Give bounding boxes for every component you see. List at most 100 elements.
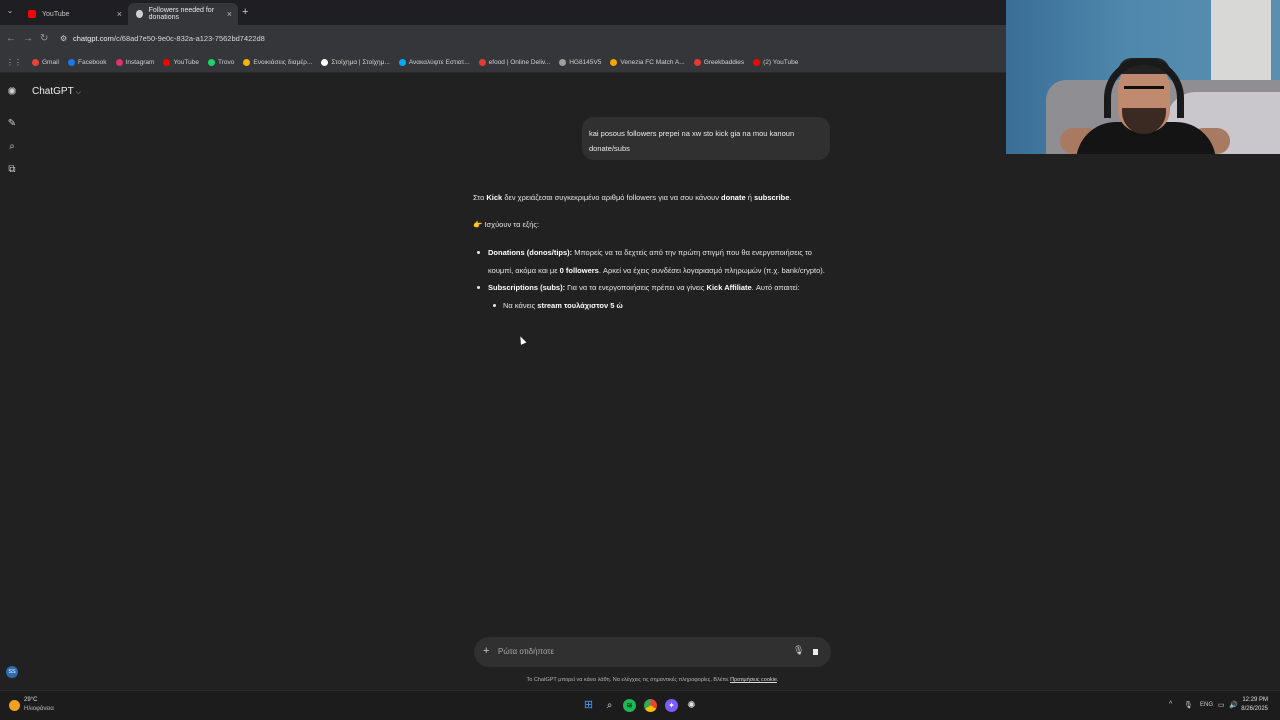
chrome-icon[interactable] <box>644 699 657 712</box>
reload-icon[interactable]: ↻ <box>40 33 48 44</box>
url-field[interactable]: chatgpt.com/c/68ad7e50-9e0c-832a-a123-75… <box>73 34 265 43</box>
bookmark-item[interactable]: HG8145V5 <box>559 59 601 66</box>
bookmark-favicon-icon <box>207 59 215 66</box>
tab-title: YouTube <box>42 10 70 18</box>
list-item-donations: Donations (donos/tips): Μπορείς να τα δε… <box>477 244 833 279</box>
bookmark-label: Ανακαλύψτε Εστιατ... <box>408 59 470 66</box>
prompt-input[interactable]: Ρώτα οτιδήποτε <box>498 647 554 656</box>
text-bold: Subscriptions (subs): <box>488 283 566 292</box>
tab-youtube[interactable]: YouTube × <box>20 3 128 25</box>
back-arrow-icon[interactable]: ← <box>6 33 16 44</box>
bookmark-item[interactable]: Trovo <box>207 59 235 66</box>
bookmark-item[interactable]: (2) YouTube <box>753 59 798 66</box>
disclaimer: Το ChatGPT μπορεί να κάνει λάθη. Να ελέγ… <box>474 677 831 683</box>
bookmark-label: (2) YouTube <box>763 59 799 66</box>
bookmark-label: HG8145V5 <box>569 59 602 66</box>
site-info-icon[interactable]: ⚙ <box>60 34 67 43</box>
messenger-icon[interactable]: ✦ <box>665 699 678 712</box>
text: Στο <box>473 193 487 202</box>
text: . <box>776 677 779 683</box>
apps-grid-icon[interactable]: ⋮⋮ <box>6 58 22 67</box>
text: ή <box>745 193 754 202</box>
bookmark-label: efood | Online Deliv... <box>488 59 551 66</box>
text-bold: stream τουλάχιστον 5 ώ <box>537 301 623 310</box>
bookmark-label: Venezia FC Match A... <box>620 59 685 66</box>
windows-start-icon[interactable]: ⊞ <box>582 699 595 712</box>
bookmark-item[interactable]: Greekbaddies <box>693 59 744 66</box>
volume-icon[interactable]: 🔊 <box>1229 701 1238 709</box>
search-icon[interactable]: ⌕ <box>6 141 18 153</box>
new-chat-icon[interactable]: ✎ <box>6 118 18 130</box>
bookmark-favicon-icon <box>163 59 171 66</box>
forward-arrow-icon[interactable]: → <box>23 33 33 44</box>
cookie-preferences-link[interactable]: Προτιμήσεις cookie <box>730 677 777 683</box>
bookmark-label: YouTube <box>173 59 199 66</box>
bookmark-favicon-icon <box>610 59 618 66</box>
new-tab-button[interactable]: + <box>242 6 248 18</box>
answer-paragraph-2: 👉 Ισχύουν τα εξής: <box>473 220 540 229</box>
bookmark-item[interactable]: Facebook <box>67 59 107 66</box>
weather-temperature[interactable]: 29°C <box>24 697 37 703</box>
microphone-icon[interactable]: 🎙 <box>793 645 804 656</box>
chatgpt-app-icon[interactable]: ✺ <box>685 699 698 712</box>
sun-icon[interactable] <box>9 700 20 711</box>
time: 12:29 PM <box>1242 697 1268 703</box>
search-icon[interactable]: ⌕ <box>603 699 616 712</box>
plus-icon[interactable]: + <box>483 645 489 657</box>
bookmark-favicon-icon <box>115 59 123 66</box>
close-tab-icon[interactable]: × <box>117 9 122 19</box>
language-indicator[interactable]: ENG <box>1200 702 1213 708</box>
text: . Αυτό απαιτεί: <box>751 283 800 292</box>
text: δεν χρειάζεσαι συγκεκριμένο αριθμό follo… <box>502 193 722 202</box>
bookmark-item[interactable]: Στοίχημα | Στοίχημ... <box>321 59 390 66</box>
text-bold: Kick <box>486 193 503 202</box>
bookmark-label: Instagram <box>125 59 155 66</box>
close-tab-icon[interactable]: × <box>227 9 232 19</box>
clock[interactable]: 12:29 PM 8/26/2025 <box>1241 696 1268 714</box>
bookmark-label: Gmail <box>42 59 59 66</box>
tab-title: Followers needed for donations <box>148 7 215 21</box>
composer[interactable]: + Ρώτα οτιδήποτε 🎙 <box>474 637 831 667</box>
bookmark-favicon-icon <box>753 59 761 66</box>
stop-button[interactable] <box>811 647 821 657</box>
text: Να κάνεις <box>503 301 538 310</box>
bookmark-item[interactable]: Gmail <box>32 59 59 66</box>
avatar[interactable]: SS <box>6 666 18 678</box>
microphone-tray-icon[interactable]: 🎙 <box>1184 701 1193 709</box>
date: 8/26/2025 <box>1241 706 1268 712</box>
bookmark-favicon-icon <box>321 59 329 66</box>
bookmark-item[interactable]: Ανακαλύψτε Εστιατ... <box>398 59 470 66</box>
model-selector[interactable]: ChatGPT ⌵ <box>32 86 81 97</box>
mouse-cursor-icon <box>517 335 527 345</box>
text: . Αρκεί να έχεις συνδέσει λογαριασμό πλη… <box>598 265 825 275</box>
bookmark-item[interactable]: efood | Online Deliv... <box>478 59 551 66</box>
list-item-subscriptions: Subscriptions (subs): Για να τα ενεργοπο… <box>477 279 833 297</box>
bookmark-item[interactable]: YouTube <box>163 59 199 66</box>
library-icon[interactable]: ⧉ <box>6 164 18 176</box>
bookmark-favicon-icon <box>478 59 486 66</box>
chatgpt-favicon-icon <box>136 10 143 18</box>
webcam-overlay <box>1006 0 1280 154</box>
bookmark-item[interactable]: Instagram <box>115 59 155 66</box>
bookmark-label: Στοίχημα | Στοίχημ... <box>331 59 390 66</box>
text-bold: Donations (donos/tips): <box>488 248 573 257</box>
network-icon[interactable]: ▭ <box>1218 701 1225 709</box>
text-bold: subscribe <box>753 193 790 202</box>
openai-logo-icon[interactable]: ✺ <box>6 86 18 98</box>
tab-search-icon[interactable]: ⌄ <box>4 6 16 18</box>
chevron-up-icon[interactable]: ^ <box>1169 701 1172 708</box>
bookmark-favicon-icon <box>32 59 39 66</box>
bookmark-label: Trovo <box>217 59 235 66</box>
text: Για να τα ενεργοποιήσεις πρέπει να γίνει… <box>565 283 707 292</box>
text-bold: donate <box>721 193 746 202</box>
tab-followers-needed[interactable]: Followers needed for donations × <box>128 3 238 25</box>
bookmark-item[interactable]: Venezia FC Match A... <box>610 59 685 66</box>
spotify-icon[interactable]: ≋ <box>623 699 636 712</box>
bookmark-favicon-icon <box>67 59 75 66</box>
bookmark-item[interactable]: Ενοικιάσεις διαμέρ... <box>243 59 312 66</box>
text-bold: 0 followers <box>559 265 599 275</box>
bookmark-favicon-icon <box>693 59 701 66</box>
bookmark-label: Ενοικιάσεις διαμέρ... <box>253 59 313 66</box>
weather-description[interactable]: Ηλιοφάνεια <box>24 706 54 712</box>
chevron-down-icon: ⌵ <box>75 89 81 96</box>
